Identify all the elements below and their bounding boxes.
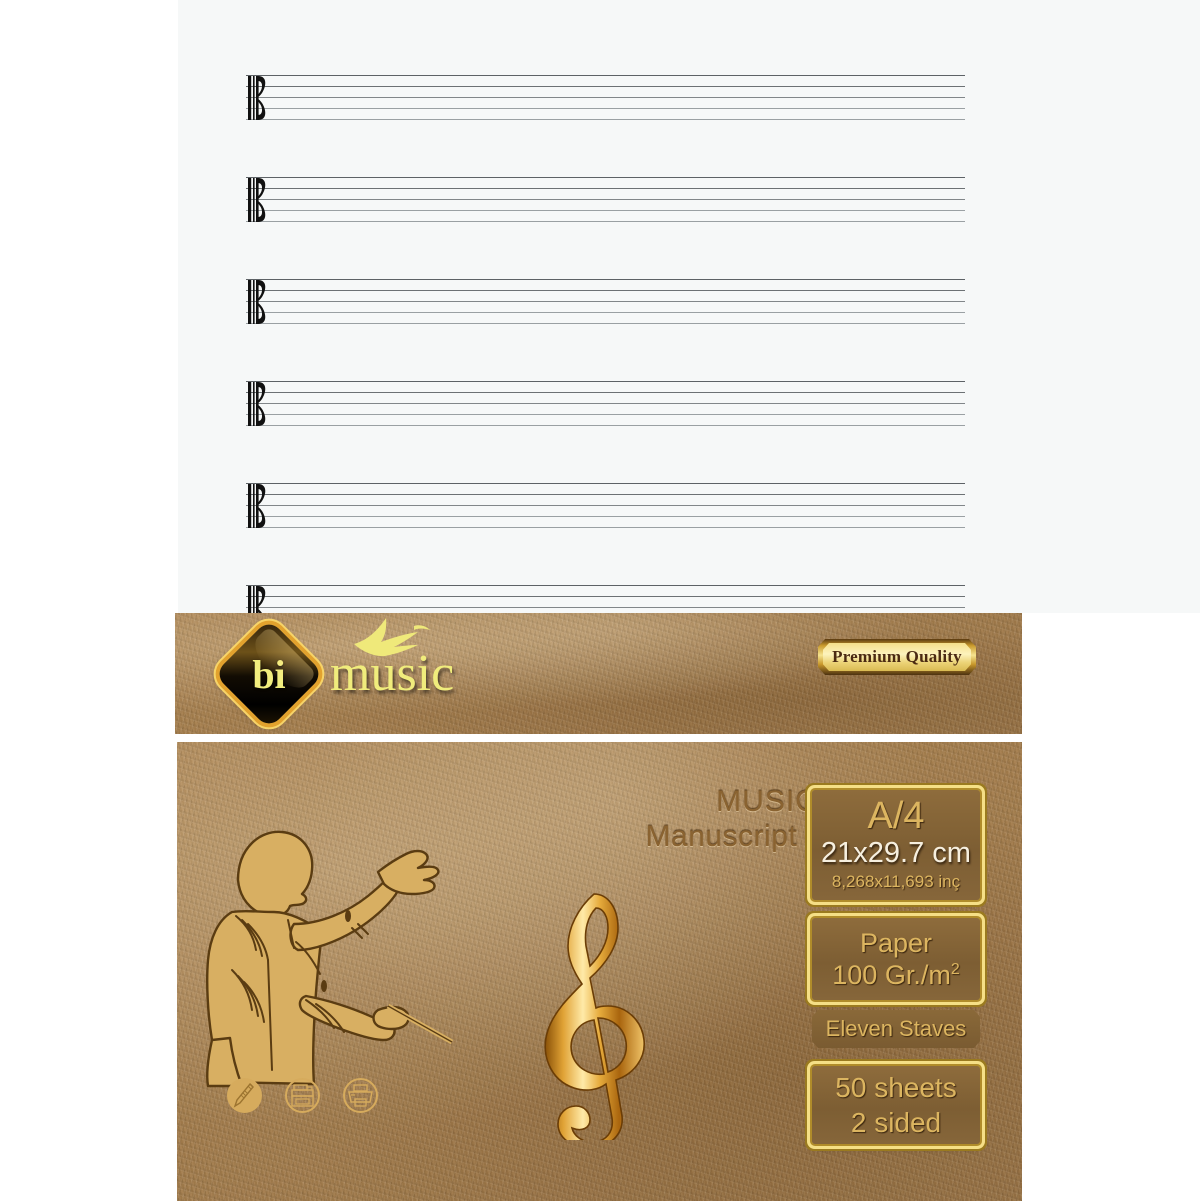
stave-line [246, 199, 965, 200]
size-format: A/4 [867, 794, 925, 837]
conductor-silhouette-icon [206, 830, 454, 1088]
paper-label: Paper [859, 927, 933, 958]
stave-line [246, 414, 965, 415]
stave-line [246, 527, 965, 528]
stave-line [246, 505, 965, 506]
stave-5 [246, 483, 965, 528]
stave-line [246, 516, 965, 517]
alto-c-clef [246, 73, 292, 123]
stave-4 [246, 381, 965, 426]
logo-diamond-mark: bi [213, 618, 325, 730]
stave-line [246, 607, 965, 608]
staves-label: Eleven Staves [825, 1016, 967, 1041]
stave-line [246, 381, 965, 382]
stave-line [246, 585, 965, 586]
stave-line [246, 279, 965, 280]
manuscript-sheet [178, 0, 1200, 630]
stave-line [246, 301, 965, 302]
logo-mark-text: bi [252, 651, 286, 697]
stave-line [246, 403, 965, 404]
paper-weight-exponent: 2 [950, 961, 960, 978]
info-box-paper: Paper 100 Gr./m2 [812, 918, 980, 1000]
info-box-size: A/4 21x29.7 cm 8,268x11,693 inç [812, 790, 980, 900]
swallow-bird-icon [354, 618, 430, 657]
sheets-sided: 2 sided [850, 1107, 942, 1138]
stave-line [246, 494, 965, 495]
stave-line [246, 188, 965, 189]
stave-line [246, 119, 965, 120]
stave-line [246, 75, 965, 76]
stave-line [246, 221, 965, 222]
printer-icon [343, 1078, 378, 1113]
brand-logo[interactable]: bi music [213, 618, 454, 730]
stave-2 [246, 177, 965, 222]
brand-band: bi music Premium Quality [175, 613, 1022, 734]
stave-line [246, 312, 965, 313]
badge-label: Premium Quality [832, 647, 962, 666]
premium-quality-badge: Premium Quality [818, 639, 976, 675]
info-box-sheets: 50 sheets 2 sided [812, 1066, 980, 1144]
treble-clef-icon [544, 893, 645, 1140]
stave-line [246, 596, 965, 597]
info-box-staves: Eleven Staves [812, 1010, 980, 1048]
size-cm: 21x29.7 cm [821, 836, 971, 869]
stave-1 [246, 75, 965, 120]
size-inch: 8,268x11,693 inç [831, 872, 961, 892]
alto-c-clef [246, 379, 292, 429]
cover-panel: MUSIC Manuscript Paper A/4 21x29.7 cm 8,… [177, 742, 1022, 1201]
stave-line [246, 177, 965, 178]
usage-icon-row [227, 1078, 378, 1113]
stave-line [246, 392, 965, 393]
stave-line [246, 290, 965, 291]
stave-line [246, 97, 965, 98]
stave-line [246, 483, 965, 484]
alto-c-clef [246, 175, 292, 225]
sheets-count: 50 sheets [835, 1072, 957, 1103]
alto-c-clef [246, 481, 292, 531]
logo-wordmark: music [330, 618, 454, 700]
paper-weight: 100 Gr./m2 [832, 959, 959, 991]
stave-line [246, 425, 965, 426]
paper-weight-value: 100 Gr./m [832, 960, 951, 990]
copier-icon [285, 1078, 320, 1113]
stave-3 [246, 279, 965, 324]
alto-c-clef [246, 277, 292, 327]
pencil-icon [227, 1078, 262, 1113]
stave-line [246, 108, 965, 109]
stave-line [246, 86, 965, 87]
stave-line [246, 210, 965, 211]
stave-line [246, 323, 965, 324]
